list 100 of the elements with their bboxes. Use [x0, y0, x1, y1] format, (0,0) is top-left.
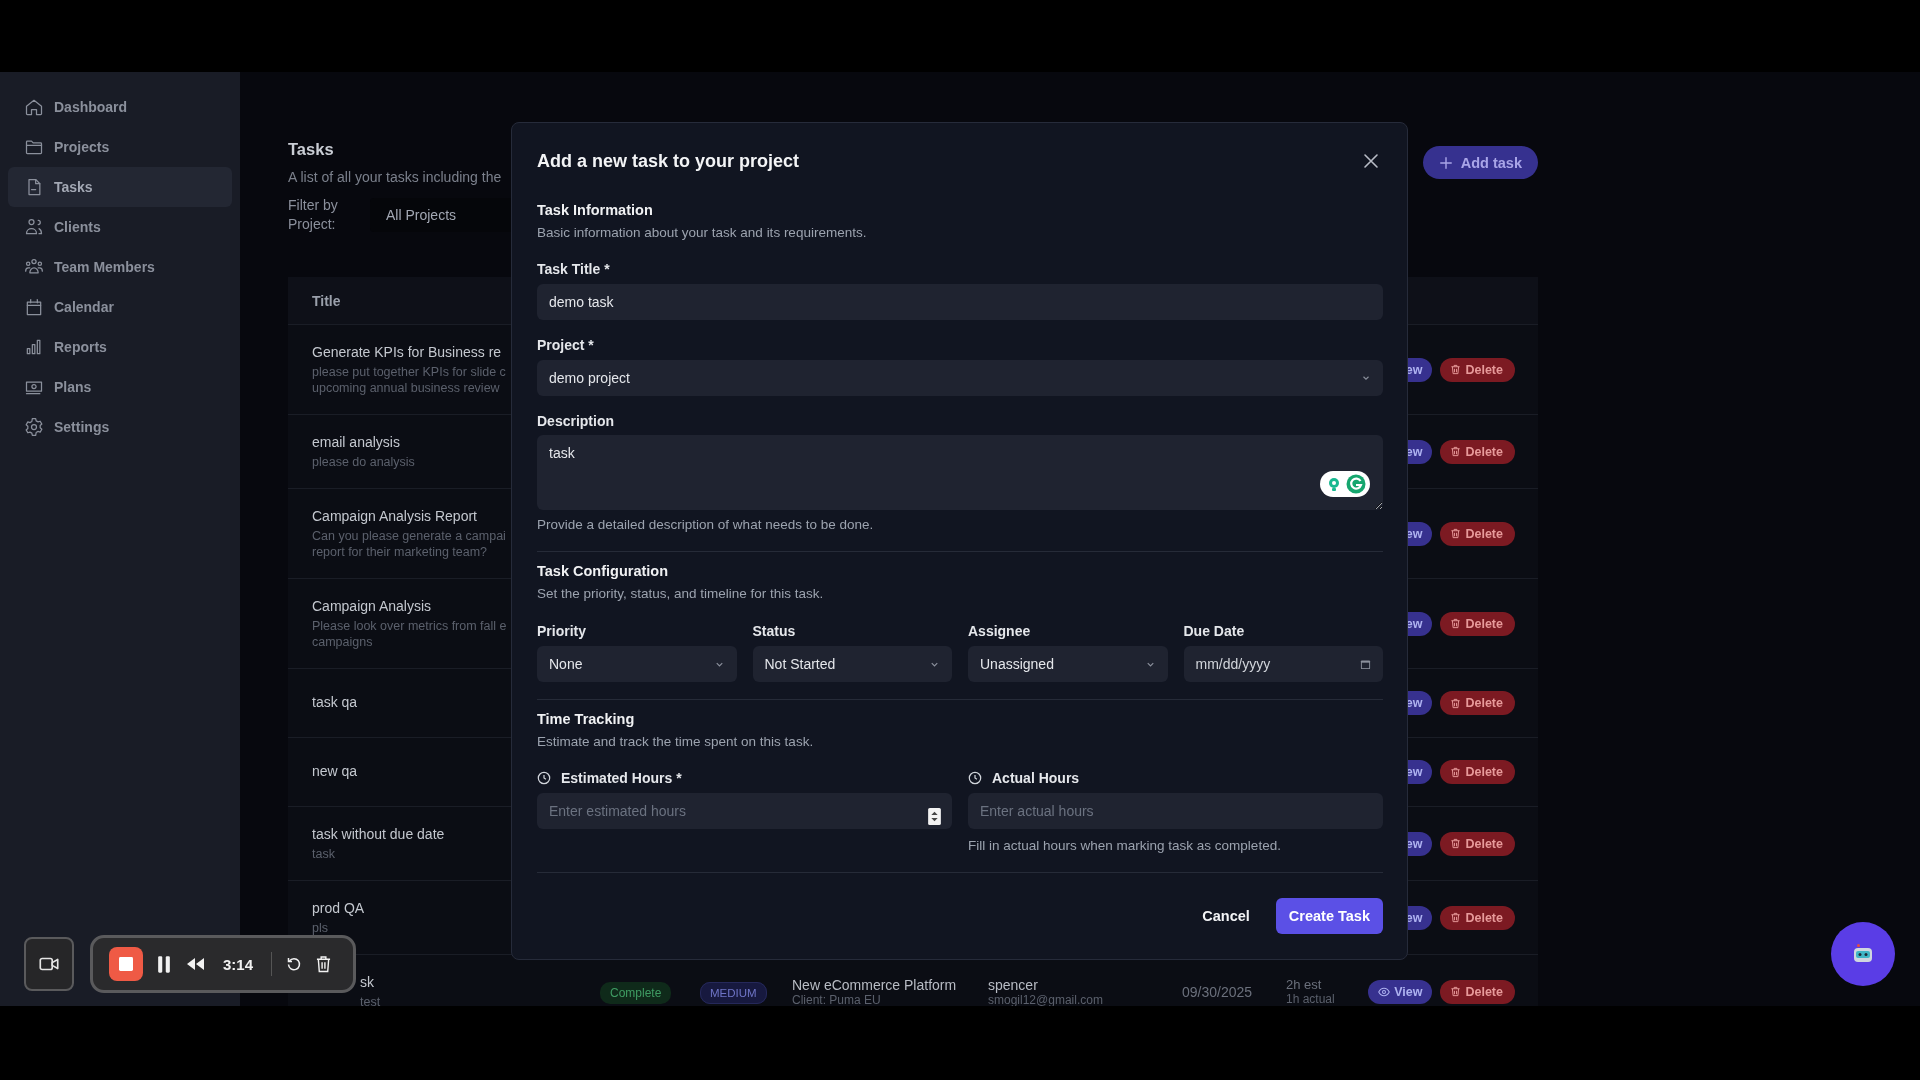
sidebar-item[interactable]: Calendar	[8, 287, 232, 327]
assignee-email: smogil12@gmail.com	[988, 992, 1104, 1006]
project-name: New eCommerce Platform	[792, 976, 958, 993]
field-label: Assignee	[968, 622, 1032, 640]
task-description: report for their marketing team?	[312, 544, 488, 560]
delete-button[interactable]: Delete	[1440, 831, 1515, 856]
field-label: Status	[752, 622, 797, 640]
delete-button[interactable]: Delete	[1440, 611, 1515, 636]
task-description: please do analysis	[312, 454, 415, 470]
task-title: Campaign Analysis Report	[312, 507, 477, 525]
users-icon	[24, 217, 44, 237]
task-description: please put together KPIs for slide c	[312, 364, 506, 380]
assistant-logo-icon	[1346, 474, 1366, 494]
dropdown[interactable]: Unassigned	[968, 646, 1168, 682]
help-text: Fill in actual hours when marking task as completed.	[968, 837, 1282, 855]
date-input[interactable]: mm/dd/yyyy	[1183, 646, 1383, 682]
filter-label: Filter by Project:	[288, 196, 339, 234]
cancel-button[interactable]: Cancel	[1194, 898, 1258, 934]
page-title: Tasks	[288, 139, 335, 159]
task-description: task	[312, 846, 335, 862]
sidebar-item[interactable]: Clients	[8, 207, 232, 247]
description-input[interactable]: task	[537, 435, 1383, 510]
trash-icon	[1450, 528, 1462, 539]
task-title: Generate KPIs for Business re	[312, 343, 502, 361]
settings-icon	[24, 417, 44, 437]
field-label: Due Date	[1183, 622, 1246, 640]
sidebar-item[interactable]: Tasks	[8, 167, 232, 207]
dropdown[interactable]: None	[537, 646, 737, 682]
delete-button[interactable]: Delete	[1440, 357, 1515, 382]
add-task-button[interactable]: Add task	[1422, 146, 1538, 179]
hours-input[interactable]: Enter actual hours	[968, 793, 1383, 829]
clock-icon	[537, 771, 551, 785]
delete-button[interactable]: Delete	[1440, 521, 1515, 546]
task-description: test	[360, 994, 381, 1006]
client-name: Client: Puma EU	[792, 992, 882, 1006]
section-description: Estimate and track the time spent on this task.	[537, 733, 815, 751]
calendar-icon	[1360, 658, 1371, 670]
assignee-name: spencer	[988, 976, 1039, 993]
priority-badge: MEDIUM	[700, 981, 767, 1004]
view-button[interactable]: View	[1368, 979, 1433, 1004]
actual-time: 1h actual	[1286, 992, 1336, 1006]
trash-icon	[1450, 838, 1462, 849]
sidebar-item[interactable]: Dashboard	[8, 87, 232, 127]
task-title: new qa	[312, 761, 358, 780]
close-icon[interactable]	[1363, 153, 1379, 169]
rewind-icon[interactable]	[185, 958, 205, 970]
spinner-icon[interactable]	[928, 808, 941, 825]
delete-button[interactable]: Delete	[1440, 979, 1515, 1004]
create-task-button[interactable]: Create Task	[1275, 898, 1383, 934]
field-label: Actual Hours	[992, 770, 1080, 786]
field-label: Description	[537, 412, 615, 430]
section-description: Set the priority, status, and timeline for this task.	[537, 585, 825, 603]
clock-icon	[968, 771, 982, 785]
plus-icon	[1438, 155, 1453, 170]
writing-assistant-icon[interactable]	[1320, 471, 1370, 497]
column-header: Title	[312, 292, 341, 309]
home-icon	[24, 97, 44, 117]
trash-icon[interactable]	[316, 955, 332, 973]
camera-button[interactable]	[24, 937, 74, 991]
pause-icon[interactable]	[157, 955, 171, 973]
delete-button[interactable]: Delete	[1440, 905, 1515, 930]
sidebar-item[interactable]: Plans	[8, 367, 232, 407]
delete-button[interactable]: Delete	[1440, 439, 1515, 464]
trash-icon	[1450, 618, 1462, 629]
task-description: Please look over metrics from fall e	[312, 618, 507, 634]
calendar-icon	[24, 297, 44, 317]
task-description: pls	[312, 920, 328, 936]
task-title: sk	[360, 973, 374, 991]
task-title-input[interactable]: demo task	[537, 284, 1383, 320]
section-heading: Time Tracking	[537, 710, 636, 728]
task-description: upcoming annual business review	[312, 380, 500, 396]
field-label: Priority	[537, 622, 587, 640]
sidebar-item[interactable]: Reports	[8, 327, 232, 367]
delete-button[interactable]: Delete	[1440, 760, 1515, 784]
restart-icon[interactable]	[286, 956, 303, 972]
trash-icon	[1450, 766, 1462, 778]
due-date: 09/30/2025	[1182, 983, 1253, 1000]
dialog-title: Add a new task to your project	[537, 150, 800, 172]
stop-button[interactable]	[109, 947, 143, 981]
delete-button[interactable]: Delete	[1440, 691, 1515, 715]
sidebar-item[interactable]: Settings	[8, 407, 232, 447]
eye-icon	[1378, 985, 1391, 998]
estimated-time: 2h est	[1286, 977, 1323, 992]
field-label: Task Title *	[537, 260, 611, 278]
page-subtitle: A list of all your tasks including the	[288, 169, 503, 185]
sidebar-item[interactable]: Projects	[8, 127, 232, 167]
sidebar-item[interactable]: Team Members	[8, 247, 232, 287]
section-heading: Task Configuration	[537, 562, 670, 580]
dropdown[interactable]: Not Started	[752, 646, 952, 682]
task-title: prod QA	[312, 899, 365, 917]
task-title: task qa	[312, 692, 358, 711]
task-description: Can you please generate a campai	[312, 528, 506, 544]
stop-icon	[119, 957, 133, 971]
task-title: email analysis	[312, 433, 400, 451]
hours-input[interactable]: Enter estimated hours	[537, 793, 952, 829]
field-label: Estimated Hours *	[561, 770, 682, 786]
field-label: Project *	[537, 336, 595, 354]
project-select[interactable]: demo project	[537, 360, 1383, 396]
trash-icon	[1450, 364, 1462, 375]
trash-icon	[1450, 697, 1462, 709]
